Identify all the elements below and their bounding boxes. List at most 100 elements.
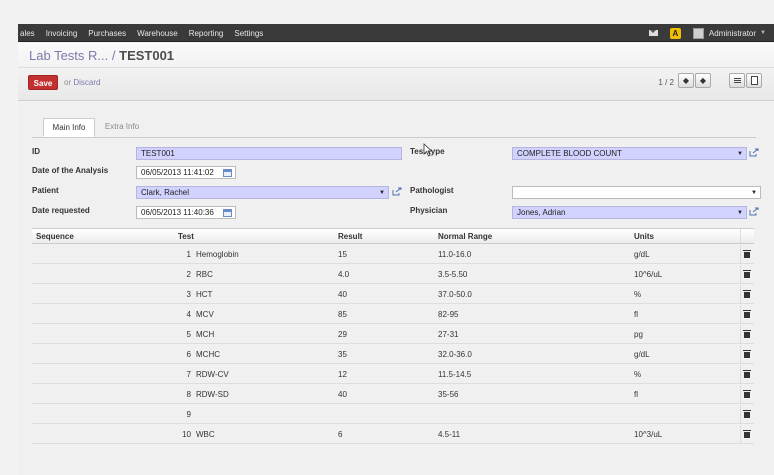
discard-button[interactable]: Discard: [73, 78, 100, 87]
table-row[interactable]: 4 MCV 85 82-95 fl: [32, 305, 754, 324]
cell-normal-range: 11.5-14.5: [438, 370, 472, 379]
next-record-button[interactable]: ◆: [695, 73, 711, 88]
cell-units: 10^3/uL: [634, 430, 663, 439]
patient-select[interactable]: Clark, Rachel ▼: [136, 186, 389, 199]
cell-test: Hemoglobin: [196, 250, 239, 259]
table-row[interactable]: 1 Hemoglobin 15 11.0-16.0 g/dL: [32, 245, 754, 264]
column-separator: [740, 265, 741, 283]
id-field[interactable]: TEST001: [136, 147, 402, 160]
cell-units: 10^6/uL: [634, 270, 663, 279]
table-row[interactable]: 9: [32, 405, 754, 424]
cell-test: HCT: [196, 290, 213, 299]
patient-label: Patient: [32, 186, 59, 195]
trash-icon[interactable]: [743, 350, 751, 358]
date-requested-field[interactable]: 06/05/2013 11:40:36: [136, 206, 236, 219]
list-view-button[interactable]: [729, 73, 745, 88]
column-header-result[interactable]: Result: [338, 232, 362, 241]
trash-icon[interactable]: [743, 270, 751, 278]
pathologist-select[interactable]: ▼: [512, 186, 761, 199]
cell-test: MCH: [196, 330, 215, 339]
test-type-select[interactable]: COMPLETE BLOOD COUNT ▼: [512, 147, 747, 160]
cell-units: g/dL: [634, 350, 650, 359]
chevron-down-icon[interactable]: ▼: [760, 30, 766, 36]
calendar-icon[interactable]: [223, 209, 232, 217]
date-requested-label: Date requested: [32, 206, 90, 215]
topbar-right: A Administrator ▼: [648, 24, 766, 42]
cell-sequence: 4: [186, 310, 191, 319]
table-row[interactable]: 6 MCHC 35 32.0-36.0 g/dL: [32, 345, 754, 364]
trash-icon[interactable]: [743, 390, 751, 398]
menu-invoicing[interactable]: Invoicing: [46, 29, 78, 38]
column-separator: [740, 245, 741, 263]
cell-result: 40: [338, 290, 347, 299]
external-link-icon[interactable]: [749, 148, 759, 157]
menu-warehouse[interactable]: Warehouse: [137, 29, 178, 38]
column-header-test[interactable]: Test: [178, 232, 194, 241]
menu-reporting[interactable]: Reporting: [189, 29, 224, 38]
menu-sales[interactable]: ales: [20, 29, 35, 38]
cell-test: MCV: [196, 310, 214, 319]
cell-normal-range: 82-95: [438, 310, 459, 319]
trash-icon[interactable]: [743, 370, 751, 378]
cell-result: 4.0: [338, 270, 350, 279]
list-view-icon: [734, 78, 741, 83]
table-row[interactable]: 5 MCH 29 27-31 pg: [32, 325, 754, 344]
mail-icon[interactable]: [648, 30, 658, 36]
form-view-icon: [751, 76, 758, 85]
calendar-icon[interactable]: [223, 169, 232, 177]
breadcrumb-parent[interactable]: Lab Tests R...: [29, 48, 108, 63]
menu-settings[interactable]: Settings: [234, 29, 263, 38]
external-link-icon[interactable]: [392, 187, 402, 196]
cell-sequence: 5: [186, 330, 191, 339]
warning-icon[interactable]: A: [669, 27, 681, 39]
table-header: Sequence Test Result Normal Range Units: [32, 228, 754, 244]
save-button[interactable]: Save: [28, 75, 58, 90]
cell-normal-range: 3.5-5.50: [438, 270, 468, 279]
main-menu: ales Invoicing Purchases Warehouse Repor…: [20, 24, 274, 42]
date-analysis-label: Date of the Analysis: [32, 166, 109, 175]
tab-extra-info[interactable]: Extra Info: [97, 118, 147, 137]
prev-record-button[interactable]: ◆: [678, 73, 694, 88]
column-header-units[interactable]: Units: [634, 232, 654, 241]
cell-units: fl: [634, 310, 638, 319]
physician-select[interactable]: Jones, Adrian ▼: [512, 206, 747, 219]
table-row[interactable]: 2 RBC 4.0 3.5-5.50 10^6/uL: [32, 265, 754, 284]
date-analysis-value: 06/05/2013 11:41:02: [141, 168, 214, 177]
trash-icon[interactable]: [743, 310, 751, 318]
user-menu[interactable]: Administrator: [709, 29, 756, 38]
pathologist-label: Pathologist: [410, 186, 454, 195]
cell-normal-range: 32.0-36.0: [438, 350, 472, 359]
cell-result: 6: [338, 430, 343, 439]
date-analysis-field[interactable]: 06/05/2013 11:41:02: [136, 166, 236, 179]
cell-normal-range: 11.0-16.0: [438, 250, 472, 259]
external-link-icon[interactable]: [749, 207, 759, 216]
menu-purchases[interactable]: Purchases: [88, 29, 126, 38]
column-header-sequence[interactable]: Sequence: [36, 232, 74, 241]
cell-test: MCHC: [196, 350, 220, 359]
table-row[interactable]: 7 RDW-CV 12 11.5-14.5 %: [32, 365, 754, 384]
table-row[interactable]: 10 WBC 6 4.5-11 10^3/uL: [32, 425, 754, 444]
form-header: Lab Tests R... / TEST001 Save or Discard…: [18, 43, 774, 101]
dropdown-caret-icon: ▼: [379, 190, 385, 196]
form-view-button[interactable]: [746, 73, 762, 88]
trash-icon[interactable]: [743, 250, 751, 258]
patient-value: Clark, Rachel: [141, 188, 190, 197]
trash-icon[interactable]: [743, 290, 751, 298]
or-label: or: [64, 78, 72, 87]
cell-normal-range: 27-31: [438, 330, 459, 339]
column-header-normal-range[interactable]: Normal Range: [438, 232, 492, 241]
cell-units: fl: [634, 390, 638, 399]
cell-units: g/dL: [634, 250, 650, 259]
trash-icon[interactable]: [743, 430, 751, 438]
tab-main-info[interactable]: Main Info: [43, 118, 95, 137]
cell-test: WBC: [196, 430, 215, 439]
table-row[interactable]: 3 HCT 40 37.0-50.0 %: [32, 285, 754, 304]
avatar[interactable]: [692, 27, 704, 39]
trash-icon[interactable]: [743, 410, 751, 418]
column-separator: [740, 285, 741, 303]
trash-icon[interactable]: [743, 330, 751, 338]
cell-result: 40: [338, 390, 347, 399]
cell-units: %: [634, 290, 642, 299]
breadcrumb-current: TEST001: [119, 48, 175, 63]
table-row[interactable]: 8 RDW-SD 40 35-56 fl: [32, 385, 754, 404]
